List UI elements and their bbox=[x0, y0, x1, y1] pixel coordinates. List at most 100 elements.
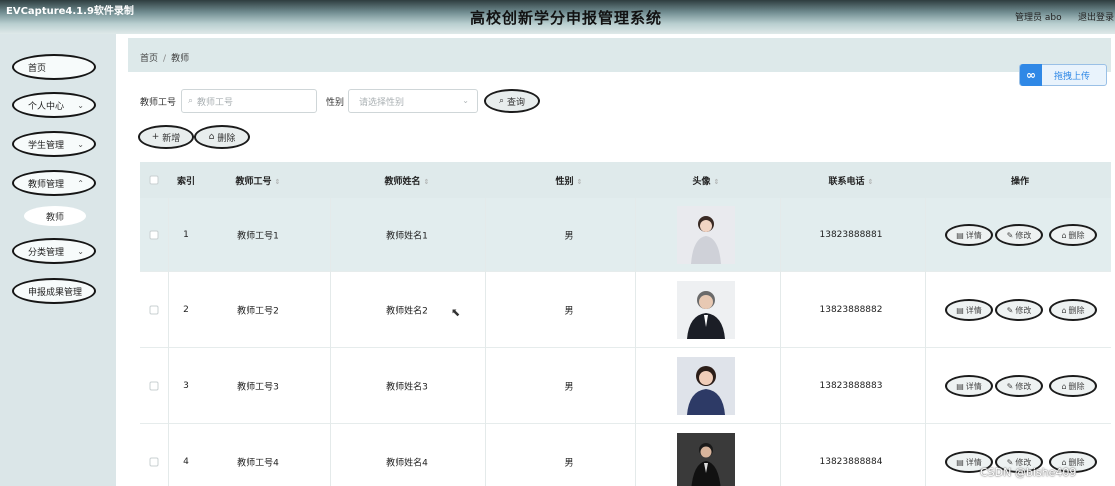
teacher-avatar[interactable] bbox=[677, 206, 735, 264]
teacher-id-label: 教师工号 bbox=[140, 98, 177, 108]
cloud-upload-icon: ∞ bbox=[1020, 64, 1042, 86]
edit-button[interactable]: ✎ 修改 bbox=[995, 299, 1043, 321]
row-gender: 男 bbox=[564, 231, 574, 242]
table-row: 3 教师工号3 教师姓名3 男 13823888883 ▤ 详情 ✎ 修改 ⌂ 删除 bbox=[140, 348, 1111, 424]
sidebar-item-label: 个人中心 bbox=[28, 101, 65, 112]
column-divider bbox=[168, 272, 169, 348]
column-divider bbox=[330, 348, 331, 424]
edit-button[interactable]: ✎ 修改 bbox=[995, 224, 1043, 246]
column-header-gender[interactable]: 性别 ⇕ bbox=[556, 174, 583, 187]
row-checkbox[interactable] bbox=[149, 305, 159, 315]
column-divider bbox=[330, 272, 331, 348]
column-header-teacher-name[interactable]: 教师姓名 ⇕ bbox=[385, 174, 430, 187]
sidebar-subitem-teacher[interactable]: 教师 bbox=[24, 206, 86, 226]
sidebar-item-categories[interactable]: 分类管理 ⌄ bbox=[12, 238, 96, 264]
plus-icon: + bbox=[151, 132, 160, 142]
sidebar-item-label: 教师管理 bbox=[28, 179, 65, 190]
header-label: 联系电话 bbox=[828, 177, 865, 187]
app-title: 高校创新学分申报管理系统 bbox=[470, 9, 663, 27]
row-teacher-id: 教师工号2 bbox=[237, 306, 279, 317]
row-index: 1 bbox=[183, 230, 189, 240]
delete-button[interactable]: ⌂ 删除 bbox=[1049, 375, 1097, 397]
column-header-teacher-id[interactable]: 教师工号 ⇕ bbox=[236, 174, 281, 187]
row-teacher-id: 教师工号3 bbox=[237, 382, 279, 393]
delete-button[interactable]: ⌂ 删除 bbox=[1049, 299, 1097, 321]
gender-select[interactable]: 请选择性别 ⌄ bbox=[348, 89, 478, 113]
breadcrumb-home[interactable]: 首页 bbox=[140, 54, 158, 64]
edit-button-label: 修改 bbox=[1015, 230, 1032, 240]
row-index: 4 bbox=[183, 457, 189, 467]
teacher-avatar[interactable] bbox=[677, 433, 735, 486]
column-header-phone[interactable]: 联系电话 ⇕ bbox=[829, 174, 874, 187]
teacher-id-input[interactable]: ⌕ 教师工号 bbox=[181, 89, 317, 113]
delete-button-label: 删除 bbox=[217, 133, 236, 144]
table-row: 1 教师工号1 教师姓名1 男 13823888881 ▤ 详情 ✎ 修改 ⌂ 删除 bbox=[140, 198, 1111, 272]
select-all-checkbox[interactable] bbox=[149, 175, 159, 185]
column-divider bbox=[168, 198, 169, 272]
teacher-avatar[interactable] bbox=[677, 357, 735, 415]
search-icon: ⌕ bbox=[188, 96, 194, 106]
pencil-icon: ✎ bbox=[1006, 305, 1014, 315]
row-checkbox[interactable] bbox=[149, 230, 159, 240]
sidebar-item-label: 分类管理 bbox=[28, 247, 65, 258]
detail-button[interactable]: ▤ 详情 bbox=[945, 224, 993, 246]
row-gender: 男 bbox=[564, 306, 574, 317]
row-checkbox[interactable] bbox=[149, 457, 159, 467]
delete-button-label: 删除 bbox=[1068, 230, 1085, 240]
sort-icon[interactable]: ⇕ bbox=[275, 178, 281, 186]
column-divider bbox=[635, 272, 636, 348]
sidebar-item-profile[interactable]: 个人中心 ⌄ bbox=[12, 92, 96, 118]
batch-delete-button[interactable]: ⌂ 删除 bbox=[194, 125, 250, 149]
sort-icon[interactable]: ⇕ bbox=[577, 178, 583, 186]
top-header: EVCapture4.1.9软件录制 高校创新学分申报管理系统 管理员 abo … bbox=[0, 0, 1115, 34]
current-user: 管理员 abo bbox=[1015, 13, 1062, 23]
table-row: 4 教师工号4 教师姓名4 男 13823888884 ▤ 详情 ✎ 修改 ⌂ 删除 bbox=[140, 424, 1111, 486]
drag-upload-button[interactable]: ∞ 拖拽上传 bbox=[1019, 64, 1107, 86]
column-divider bbox=[780, 272, 781, 348]
sidebar-item-label: 学生管理 bbox=[28, 140, 65, 151]
chevron-down-icon: ⌄ bbox=[77, 247, 84, 256]
delete-button[interactable]: ⌂ 删除 bbox=[1049, 224, 1097, 246]
row-teacher-name: 教师姓名1 bbox=[386, 231, 428, 242]
search-button-label: 查询 bbox=[507, 97, 526, 108]
column-divider bbox=[925, 198, 926, 272]
sidebar-item-label: 申报成果管理 bbox=[28, 287, 83, 298]
sort-icon[interactable]: ⇕ bbox=[424, 178, 430, 186]
header-label: 操作 bbox=[1010, 177, 1030, 187]
document-icon: ▤ bbox=[956, 230, 964, 240]
teacher-avatar[interactable] bbox=[677, 281, 735, 339]
row-teacher-name: 教师姓名2 bbox=[386, 306, 428, 317]
delete-button-label: 删除 bbox=[1068, 381, 1085, 391]
row-phone: 13823888881 bbox=[819, 230, 883, 240]
detail-button[interactable]: ▤ 详情 bbox=[945, 299, 993, 321]
logout-link[interactable]: 退出登录 bbox=[1078, 10, 1114, 23]
sidebar-item-label: 首页 bbox=[28, 63, 47, 74]
row-phone: 13823888884 bbox=[819, 457, 883, 467]
add-button-label: 新增 bbox=[162, 133, 181, 144]
row-phone: 13823888882 bbox=[819, 305, 883, 315]
edit-button[interactable]: ✎ 修改 bbox=[995, 375, 1043, 397]
detail-button-label: 详情 bbox=[965, 230, 982, 240]
sort-icon[interactable]: ⇕ bbox=[868, 178, 874, 186]
header-label: 头像 bbox=[692, 177, 711, 187]
trash-icon: ⌂ bbox=[1061, 381, 1067, 391]
search-button[interactable]: ⌕ 查询 bbox=[484, 89, 540, 113]
sidebar-item-teachers[interactable]: 教师管理 ⌃ bbox=[12, 170, 96, 196]
column-divider bbox=[485, 424, 486, 486]
edit-button-label: 修改 bbox=[1015, 305, 1032, 315]
column-header-avatar[interactable]: 头像 ⇕ bbox=[693, 174, 720, 187]
column-divider bbox=[330, 198, 331, 272]
sort-icon[interactable]: ⇕ bbox=[714, 178, 720, 186]
sidebar-item-students[interactable]: 学生管理 ⌄ bbox=[12, 131, 96, 157]
table-header: 索引 教师工号 ⇕ 教师姓名 ⇕ 性别 ⇕ 头像 ⇕ 联系电话 ⇕ 操作 bbox=[140, 162, 1111, 198]
chevron-down-icon: ⌄ bbox=[77, 140, 84, 149]
detail-button[interactable]: ▤ 详情 bbox=[945, 375, 993, 397]
trash-icon: ⌂ bbox=[1061, 230, 1067, 240]
sidebar-item-home[interactable]: 首页 bbox=[12, 54, 96, 80]
breadcrumb-current: 教师 bbox=[171, 54, 190, 64]
document-icon: ▤ bbox=[956, 457, 964, 467]
column-divider bbox=[780, 198, 781, 272]
add-button[interactable]: + 新增 bbox=[138, 125, 194, 149]
sidebar-item-achievements[interactable]: 申报成果管理 bbox=[12, 278, 96, 304]
row-checkbox[interactable] bbox=[149, 381, 159, 391]
